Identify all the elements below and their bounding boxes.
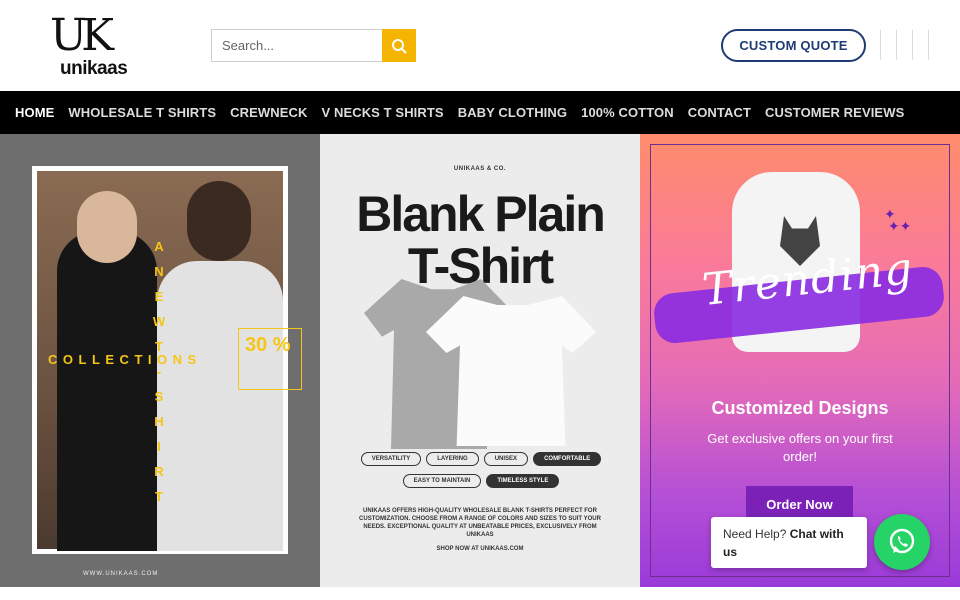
tag: COMFORTABLE xyxy=(533,452,602,466)
tag: EASY TO MAINTAIN xyxy=(402,474,482,488)
search-input[interactable] xyxy=(211,29,382,62)
banner-heading: Customized Designs xyxy=(711,398,889,418)
banner-title-line1: Blank Plain xyxy=(356,186,606,242)
nav-item-100-cotton[interactable]: 100% COTTON xyxy=(581,105,674,120)
nav-item-baby-clothing[interactable]: BABY CLOTHING xyxy=(458,105,567,120)
vertical-letter: E xyxy=(154,289,164,304)
discount-badge: 30 % xyxy=(238,328,302,390)
sparkle-icon: ✦ ✦✦ xyxy=(884,206,912,234)
nav-item-contact[interactable]: CONTACT xyxy=(688,105,751,120)
feature-tags: VERSATILITY LAYERING UNISEX COMFORTABLE … xyxy=(350,452,612,496)
help-prefix: Need Help? xyxy=(723,527,787,541)
vertical-word: ANEWT-SHIRT xyxy=(152,234,166,509)
nav-item-wholesale-t-shirts[interactable]: WHOLESALE T SHIRTS xyxy=(68,105,216,120)
vertical-letter: S xyxy=(154,389,164,404)
banner-brand: UNIKAAS & CO. xyxy=(453,166,507,172)
logo-brand: unikaas xyxy=(60,58,128,79)
banner-url: WWW.UNIKAAS.COM xyxy=(83,571,159,577)
tag: UNISEX xyxy=(483,452,529,466)
vertical-letter: I xyxy=(157,439,161,454)
nav-item-home[interactable]: HOME xyxy=(15,105,54,120)
social-icon-1[interactable] xyxy=(880,30,896,60)
collections-text: COLLECTIONS xyxy=(48,352,202,367)
whatsapp-icon xyxy=(889,528,915,554)
vertical-letter: T xyxy=(155,489,163,504)
banner-new-collections[interactable]: WWW.UNIKAAS.COM ANEWT-SHIRT COLLECTIONS … xyxy=(0,134,320,587)
vertical-letter: W xyxy=(152,314,166,329)
banner-description: UNIKAAS OFFERS HIGH-QUALITY WHOLESALE BL… xyxy=(359,508,601,538)
tag: TIMELESS STYLE xyxy=(486,474,560,488)
banner-blank-plain[interactable]: UNIKAAS & CO. Blank Plain T-Shirt VERSAT… xyxy=(320,134,640,587)
nav-item-crewneck[interactable]: CREWNECK xyxy=(230,105,307,120)
tag-row-1: VERSATILITY LAYERING UNISEX COMFORTABLE xyxy=(350,452,612,466)
vertical-letter: N xyxy=(154,264,164,279)
model-white-shirt xyxy=(157,261,283,551)
nav-item-customer-reviews[interactable]: CUSTOMER REVIEWS xyxy=(765,105,904,120)
main-nav: HOME WHOLESALE T SHIRTS CREWNECK V NECKS… xyxy=(0,91,960,134)
model-head-2 xyxy=(187,181,251,261)
site-logo[interactable]: UK unikaas xyxy=(50,10,140,79)
vertical-letter: A xyxy=(154,239,164,254)
logo-mark: UK xyxy=(50,10,114,61)
social-icon-2[interactable] xyxy=(896,30,912,60)
tag: VERSATILITY xyxy=(360,452,422,466)
vertical-letter: H xyxy=(154,414,164,429)
chat-help-bubble[interactable]: Need Help? Chat with us xyxy=(711,517,867,568)
tag: LAYERING xyxy=(426,452,479,466)
page-bottom xyxy=(0,587,960,600)
custom-quote-button[interactable]: CUSTOM QUOTE xyxy=(721,29,866,62)
vertical-letter: R xyxy=(154,464,164,479)
site-header: UK unikaas CUSTOM QUOTE xyxy=(0,0,960,91)
model-head-1 xyxy=(77,191,137,263)
search-icon xyxy=(392,38,407,53)
whatsapp-button[interactable] xyxy=(874,514,930,570)
nav-item-v-necks[interactable]: V NECKS T SHIRTS xyxy=(321,105,443,120)
model-black-shirt xyxy=(57,231,157,551)
banner-subtext: Get exclusive offers on your first order… xyxy=(707,431,893,464)
social-icon-3[interactable] xyxy=(912,30,928,60)
search-form xyxy=(211,29,416,62)
social-icon-4[interactable] xyxy=(928,30,944,60)
shop-now-text: SHOP NOW AT UNIKAAS.COM xyxy=(436,546,524,552)
search-button[interactable] xyxy=(382,29,416,62)
tag-row-2: EASY TO MAINTAIN TIMELESS STYLE xyxy=(350,474,612,488)
social-icons xyxy=(880,30,944,60)
